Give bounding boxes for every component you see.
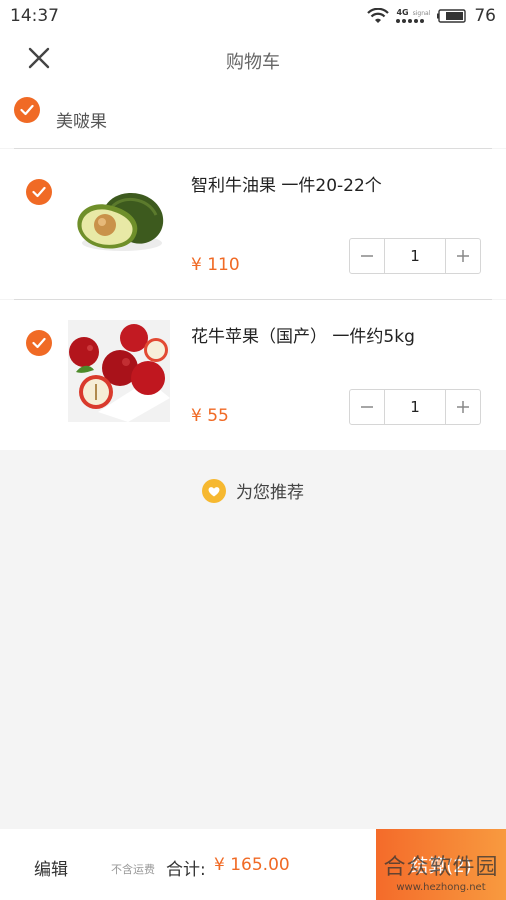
recommend-section: 为您推荐 xyxy=(0,478,506,507)
edit-button[interactable]: 编辑 xyxy=(34,855,68,880)
heart-badge-icon xyxy=(202,478,226,503)
check-icon xyxy=(32,186,46,198)
signal-icon: 4G signal xyxy=(396,9,430,23)
quantity-value[interactable]: 1 xyxy=(384,239,446,273)
item-select-checkbox[interactable] xyxy=(26,330,52,356)
network-type: 4G xyxy=(396,8,409,17)
product-image-avocado[interactable] xyxy=(68,169,170,271)
decrease-button[interactable] xyxy=(350,390,384,424)
page-title: 购物车 xyxy=(226,52,280,73)
status-time: 14:37 xyxy=(10,6,59,26)
minus-icon xyxy=(361,406,373,408)
recommend-label: 为您推荐 xyxy=(236,483,304,503)
store-name: 美啵果 xyxy=(56,112,107,132)
quantity-stepper: 1 xyxy=(349,238,481,274)
check-icon xyxy=(20,104,34,116)
store-row: 美啵果 xyxy=(0,86,506,148)
product-name[interactable]: 智利牛油果 一件20-22个 xyxy=(191,171,382,196)
quantity-value[interactable]: 1 xyxy=(384,390,446,424)
battery-icon xyxy=(437,9,467,23)
cart-item: 智利牛油果 一件20-22个 ¥ 110 1 xyxy=(0,149,506,299)
status-bar: 14:37 4G signal 76 xyxy=(0,0,506,34)
item-select-checkbox[interactable] xyxy=(26,179,52,205)
status-icons: 4G signal 76 xyxy=(367,6,496,26)
header-bar: 购物车 xyxy=(0,34,506,86)
total-amount: ¥ 165.00 xyxy=(214,855,290,875)
plus-icon xyxy=(457,401,469,413)
store-select-checkbox[interactable] xyxy=(14,97,40,123)
decrease-button[interactable] xyxy=(350,239,384,273)
product-price: ¥ 55 xyxy=(191,406,229,426)
quantity-stepper: 1 xyxy=(349,389,481,425)
shipping-note: 不含运费 xyxy=(111,863,155,876)
signal-label: signal xyxy=(412,10,431,17)
battery-level: 76 xyxy=(474,6,496,26)
checkout-bar: 编辑 不含运费 合计: ¥ 165.00 结算(2) 合众软件园 www.hez… xyxy=(0,829,506,900)
plus-icon xyxy=(457,250,469,262)
cart-item: 花牛苹果（国产） 一件约5kg ¥ 55 1 xyxy=(0,300,506,450)
minus-icon xyxy=(361,255,373,257)
wifi-icon xyxy=(367,8,390,23)
check-icon xyxy=(32,337,46,349)
increase-button[interactable] xyxy=(446,239,480,273)
product-price: ¥ 110 xyxy=(191,255,240,275)
total-label: 合计: xyxy=(166,860,206,880)
checkout-button[interactable]: 结算(2) xyxy=(376,829,506,900)
product-image-apples[interactable] xyxy=(68,320,170,422)
product-name[interactable]: 花牛苹果（国产） 一件约5kg xyxy=(191,322,415,347)
increase-button[interactable] xyxy=(446,390,480,424)
